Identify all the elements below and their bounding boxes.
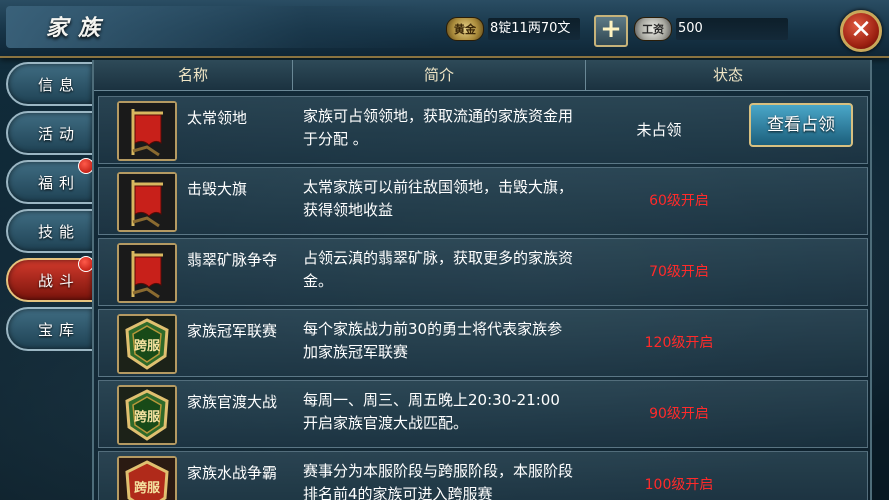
red-banner-icon <box>117 243 177 303</box>
page-title: 家族 <box>46 15 111 41</box>
gold-coin-icon: 黄金 <box>446 17 484 41</box>
table-row[interactable]: 太常领地 家族可占领领地，获取流通的家族资金用于分配 。 未占领 查看占领 <box>98 96 868 164</box>
sidebar-item-label: 信息 <box>38 76 81 94</box>
wage-resource: 工资 500 <box>634 16 788 42</box>
activity-name: 击毁大旗 <box>187 180 248 198</box>
sidebar-item-battle[interactable]: 战斗 <box>6 256 94 302</box>
sidebar-item-activity[interactable]: 活动 <box>6 111 94 155</box>
close-button[interactable]: ✕ <box>840 10 882 52</box>
sidebar-item-treasury[interactable]: 宝库 <box>6 307 94 351</box>
activity-status: 60级开启 <box>649 193 709 209</box>
table-row[interactable]: 跨服 家族冠军联赛 每个家族战力前30的勇士将代表家族参加家族冠军联赛 120级… <box>98 309 868 377</box>
column-header-description: 简介 <box>293 60 586 90</box>
sidebar-item-welfare[interactable]: 福利 <box>6 158 94 204</box>
gold-resource: 黄金 8锭11两70文 <box>446 16 581 42</box>
activity-description: 每周一、周三、周五晚上20:30-21:00开启家族官渡大战匹配。 <box>303 391 560 432</box>
activity-name: 家族官渡大战 <box>187 393 278 411</box>
sidebar-item-label: 战斗 <box>38 272 81 290</box>
activity-status: 120级开启 <box>644 335 714 351</box>
activity-status: 70级开启 <box>649 264 709 280</box>
table-row[interactable]: 击毁大旗 太常家族可以前往敌国领地，击毁大旗，获得领地收益 60级开启 <box>98 167 868 235</box>
add-currency-button[interactable]: + <box>594 15 628 47</box>
sidebar-item-skill[interactable]: 技能 <box>6 209 94 253</box>
emblem-label: 跨服 <box>134 410 161 425</box>
activity-status: 未占领 <box>636 121 682 139</box>
cross-server-emblem-icon: 跨服 <box>117 385 177 445</box>
table-row[interactable]: 翡翠矿脉争夺 占领云滇的翡翠矿脉，获取更多的家族资金。 70级开启 <box>98 238 868 306</box>
column-header-status: 状态 <box>712 66 743 84</box>
view-occupation-button[interactable]: 查看占领 <box>749 103 853 147</box>
activity-name: 家族水战争霸 <box>187 464 278 482</box>
top-bar: 家族 黄金 8锭11两70文 + 工资 500 ✕ <box>0 0 889 58</box>
activity-name: 翡翠矿脉争夺 <box>187 251 278 269</box>
column-header-name: 名称 <box>94 60 293 90</box>
activity-table-panel: 名称 简介 状态 太常领地 家族可占领领地，获取流通的家族资金用于分配 。 未占… <box>92 60 872 500</box>
activity-description: 家族可占领领地，获取流通的家族资金用于分配 。 <box>303 107 574 148</box>
activity-status: 100级开启 <box>644 477 714 493</box>
table-row[interactable]: 跨服 家族水战争霸 赛事分为本服阶段与跨服阶段，本服阶段排名前4的家族可进入跨服… <box>98 451 868 500</box>
cross-server-emblem-icon: 跨服 <box>117 456 177 500</box>
red-banner-icon <box>117 172 177 232</box>
gold-value: 8锭11两70文 <box>488 18 581 40</box>
emblem-label: 跨服 <box>134 339 161 354</box>
activity-description: 赛事分为本服阶段与跨服阶段，本服阶段排名前4的家族可进入跨服赛 <box>303 462 574 500</box>
red-banner-icon <box>117 101 177 161</box>
activity-name: 太常领地 <box>187 109 248 127</box>
cross-server-emblem-icon: 跨服 <box>117 314 177 374</box>
activity-description: 太常家族可以前往敌国领地，击毁大旗，获得领地收益 <box>303 178 574 219</box>
sidebar-item-info[interactable]: 信息 <box>6 62 94 106</box>
wage-value: 500 <box>676 18 788 40</box>
sidebar-item-label: 福利 <box>38 174 81 192</box>
table-header: 名称 简介 状态 <box>94 60 870 91</box>
emblem-label: 跨服 <box>134 481 161 496</box>
sidebar-item-label: 技能 <box>38 223 81 241</box>
table-row[interactable]: 跨服 家族官渡大战 每周一、周三、周五晚上20:30-21:00开启家族官渡大战… <box>98 380 868 448</box>
sidebar-item-label: 宝库 <box>38 321 81 339</box>
sidebar-item-label: 活动 <box>38 125 81 143</box>
activity-status: 90级开启 <box>649 406 709 422</box>
activity-name: 家族冠军联赛 <box>187 322 278 340</box>
activity-description: 占领云滇的翡翠矿脉，获取更多的家族资金。 <box>303 249 574 290</box>
activity-description: 每个家族战力前30的勇士将代表家族参加家族冠军联赛 <box>303 320 563 361</box>
wage-icon: 工资 <box>634 17 672 41</box>
